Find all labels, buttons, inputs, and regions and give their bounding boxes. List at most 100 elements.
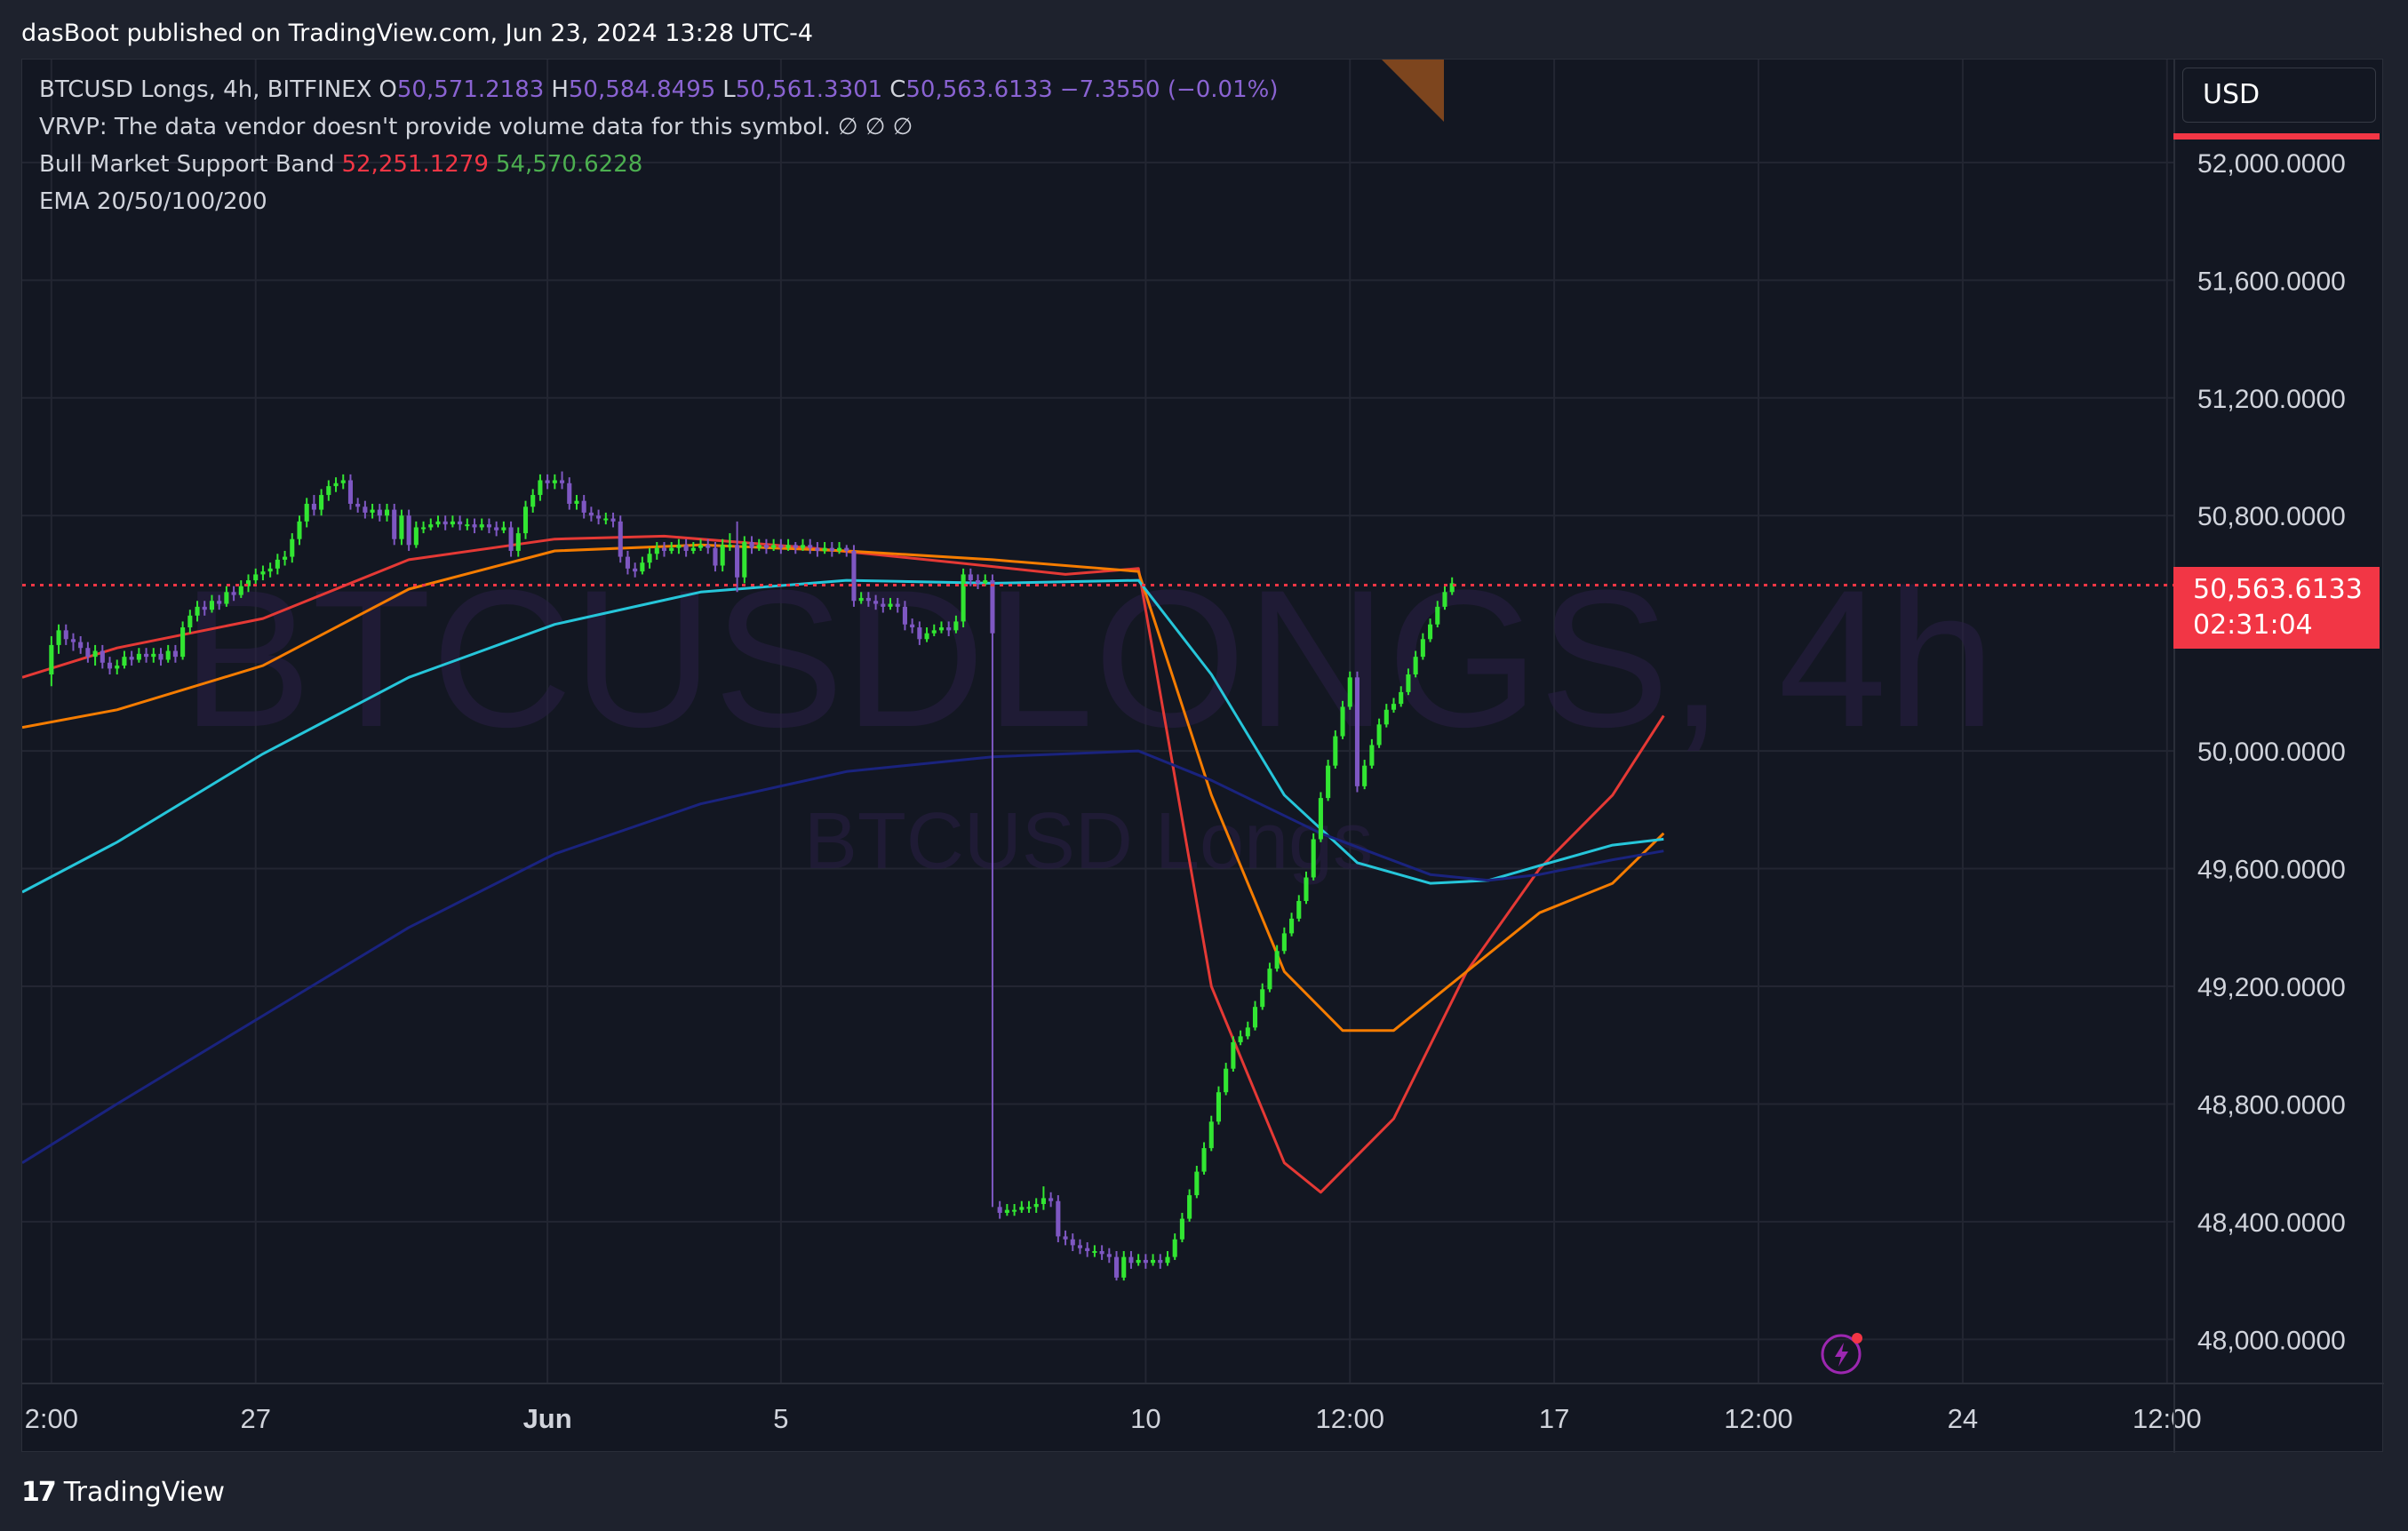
legend-change: −7.3550 (−0.01%) <box>1059 76 1279 103</box>
candle-body <box>231 592 236 595</box>
candle-body <box>363 506 368 513</box>
candle-body <box>1085 1248 1090 1251</box>
candle-body <box>253 574 259 581</box>
candle-body <box>735 545 740 578</box>
currency-underline <box>2173 133 2380 140</box>
lightning-icon[interactable] <box>1820 1331 1864 1376</box>
candle-body <box>370 509 375 513</box>
candle-body <box>377 509 382 516</box>
candle-body <box>319 495 324 510</box>
current-price-tag: 50,563.6133 02:31:04 <box>2173 567 2380 649</box>
candle-body <box>756 545 761 548</box>
candle-body <box>596 515 602 519</box>
legend-open-label: O <box>379 76 397 103</box>
candle-body <box>1406 674 1411 692</box>
candle-body <box>1333 736 1338 766</box>
countdown-label: 02:31:04 <box>2193 610 2313 641</box>
legend-bmsb-row[interactable]: Bull Market Support Band 52,251.1279 54,57… <box>39 148 650 181</box>
candle-body <box>1391 704 1397 710</box>
candle-body <box>669 547 674 551</box>
candle-body <box>85 648 91 658</box>
y-tick-label: 48,000.0000 <box>2197 1326 2346 1355</box>
candle-body <box>567 482 572 504</box>
legend-vrvp-row[interactable]: VRVP: The data vendor doesn't provide vo… <box>39 110 920 144</box>
candle-body <box>479 524 484 528</box>
candle-body <box>209 601 215 610</box>
candle-body <box>465 524 470 527</box>
candle-body <box>1252 1007 1258 1028</box>
candle-body <box>706 545 711 548</box>
legend-vrvp-values: ∅ ∅ ∅ <box>837 114 913 140</box>
candle-body <box>749 542 754 548</box>
candle-body <box>1399 691 1404 705</box>
candle-body <box>508 527 514 551</box>
currency-button[interactable]: USD <box>2182 68 2376 123</box>
legend-low-label: L <box>722 76 736 103</box>
candle-body <box>1238 1036 1243 1042</box>
candle-body <box>384 509 390 516</box>
tradingview-logo[interactable]: 17 TradingView <box>21 1475 225 1511</box>
candle-body <box>1136 1259 1141 1264</box>
x-tick-label: 5 <box>773 1403 788 1434</box>
candle-body <box>283 556 288 560</box>
candle-body <box>727 545 732 547</box>
candle-body <box>1165 1256 1170 1264</box>
candle-body <box>107 662 113 669</box>
candle-body <box>858 597 864 602</box>
candle-body <box>144 653 149 658</box>
legend-ema-name: EMA 20/50/100/200 <box>39 188 267 215</box>
candle-body <box>1012 1209 1017 1212</box>
candle-body <box>92 650 98 658</box>
candle-body <box>836 547 842 551</box>
candle-body <box>1070 1239 1075 1246</box>
candle-body <box>713 547 718 566</box>
candle-body <box>63 630 68 640</box>
chart-canvas[interactable]: BTCUSDLONGS, 4h BTCUSD Longs 52,000.0000… <box>22 60 2384 1453</box>
candle-body <box>1216 1092 1222 1122</box>
x-tick-label: Jun <box>523 1403 572 1434</box>
candle-body <box>1224 1068 1229 1093</box>
candle-body <box>574 500 579 504</box>
legend-high-value: 50,584.8495 <box>568 76 716 103</box>
candle-body <box>538 480 543 496</box>
candle-body <box>808 545 813 548</box>
y-tick-label: 52,000.0000 <box>2197 149 2346 179</box>
candle-body <box>683 545 689 551</box>
candle-body <box>618 521 623 557</box>
candle-body <box>961 574 966 622</box>
candle-body <box>1033 1204 1039 1208</box>
candle-body <box>297 521 302 539</box>
candle-body <box>413 527 419 546</box>
candle-body <box>421 527 427 530</box>
y-tick-label: 48,400.0000 <box>2197 1208 2346 1238</box>
candle-body <box>873 601 879 604</box>
candle-body <box>494 527 499 530</box>
candle-body <box>545 480 550 483</box>
y-tick-label: 48,800.0000 <box>2197 1090 2346 1120</box>
legend-open-value: 50,571.2183 <box>396 76 545 103</box>
candle-body <box>917 627 922 640</box>
candle-body <box>1376 724 1382 746</box>
candle-body <box>895 603 900 607</box>
candle-body <box>1201 1148 1207 1172</box>
candle-body <box>1362 765 1367 786</box>
candle-body <box>763 545 769 548</box>
candle-body <box>129 657 134 660</box>
candle-body <box>158 653 163 660</box>
candle-body <box>340 480 346 483</box>
legend-ema-row[interactable]: EMA 20/50/100/200 <box>39 185 275 219</box>
candle-body <box>355 503 361 507</box>
candle-body <box>202 606 207 610</box>
candle-body <box>1092 1251 1097 1253</box>
candle-body <box>122 657 127 666</box>
candle-body <box>720 545 725 566</box>
candle-body <box>910 624 915 628</box>
candle-body <box>938 627 945 631</box>
candle-body <box>793 545 798 548</box>
candle-body <box>501 527 506 530</box>
candle-body <box>1428 624 1433 640</box>
y-tick-label: 51,600.0000 <box>2197 267 2346 296</box>
chart-pane[interactable]: BTCUSDLONGS, 4h BTCUSD Longs 52,000.0000… <box>21 59 2384 1453</box>
candle-body <box>851 550 857 602</box>
candle-body <box>1056 1200 1061 1237</box>
